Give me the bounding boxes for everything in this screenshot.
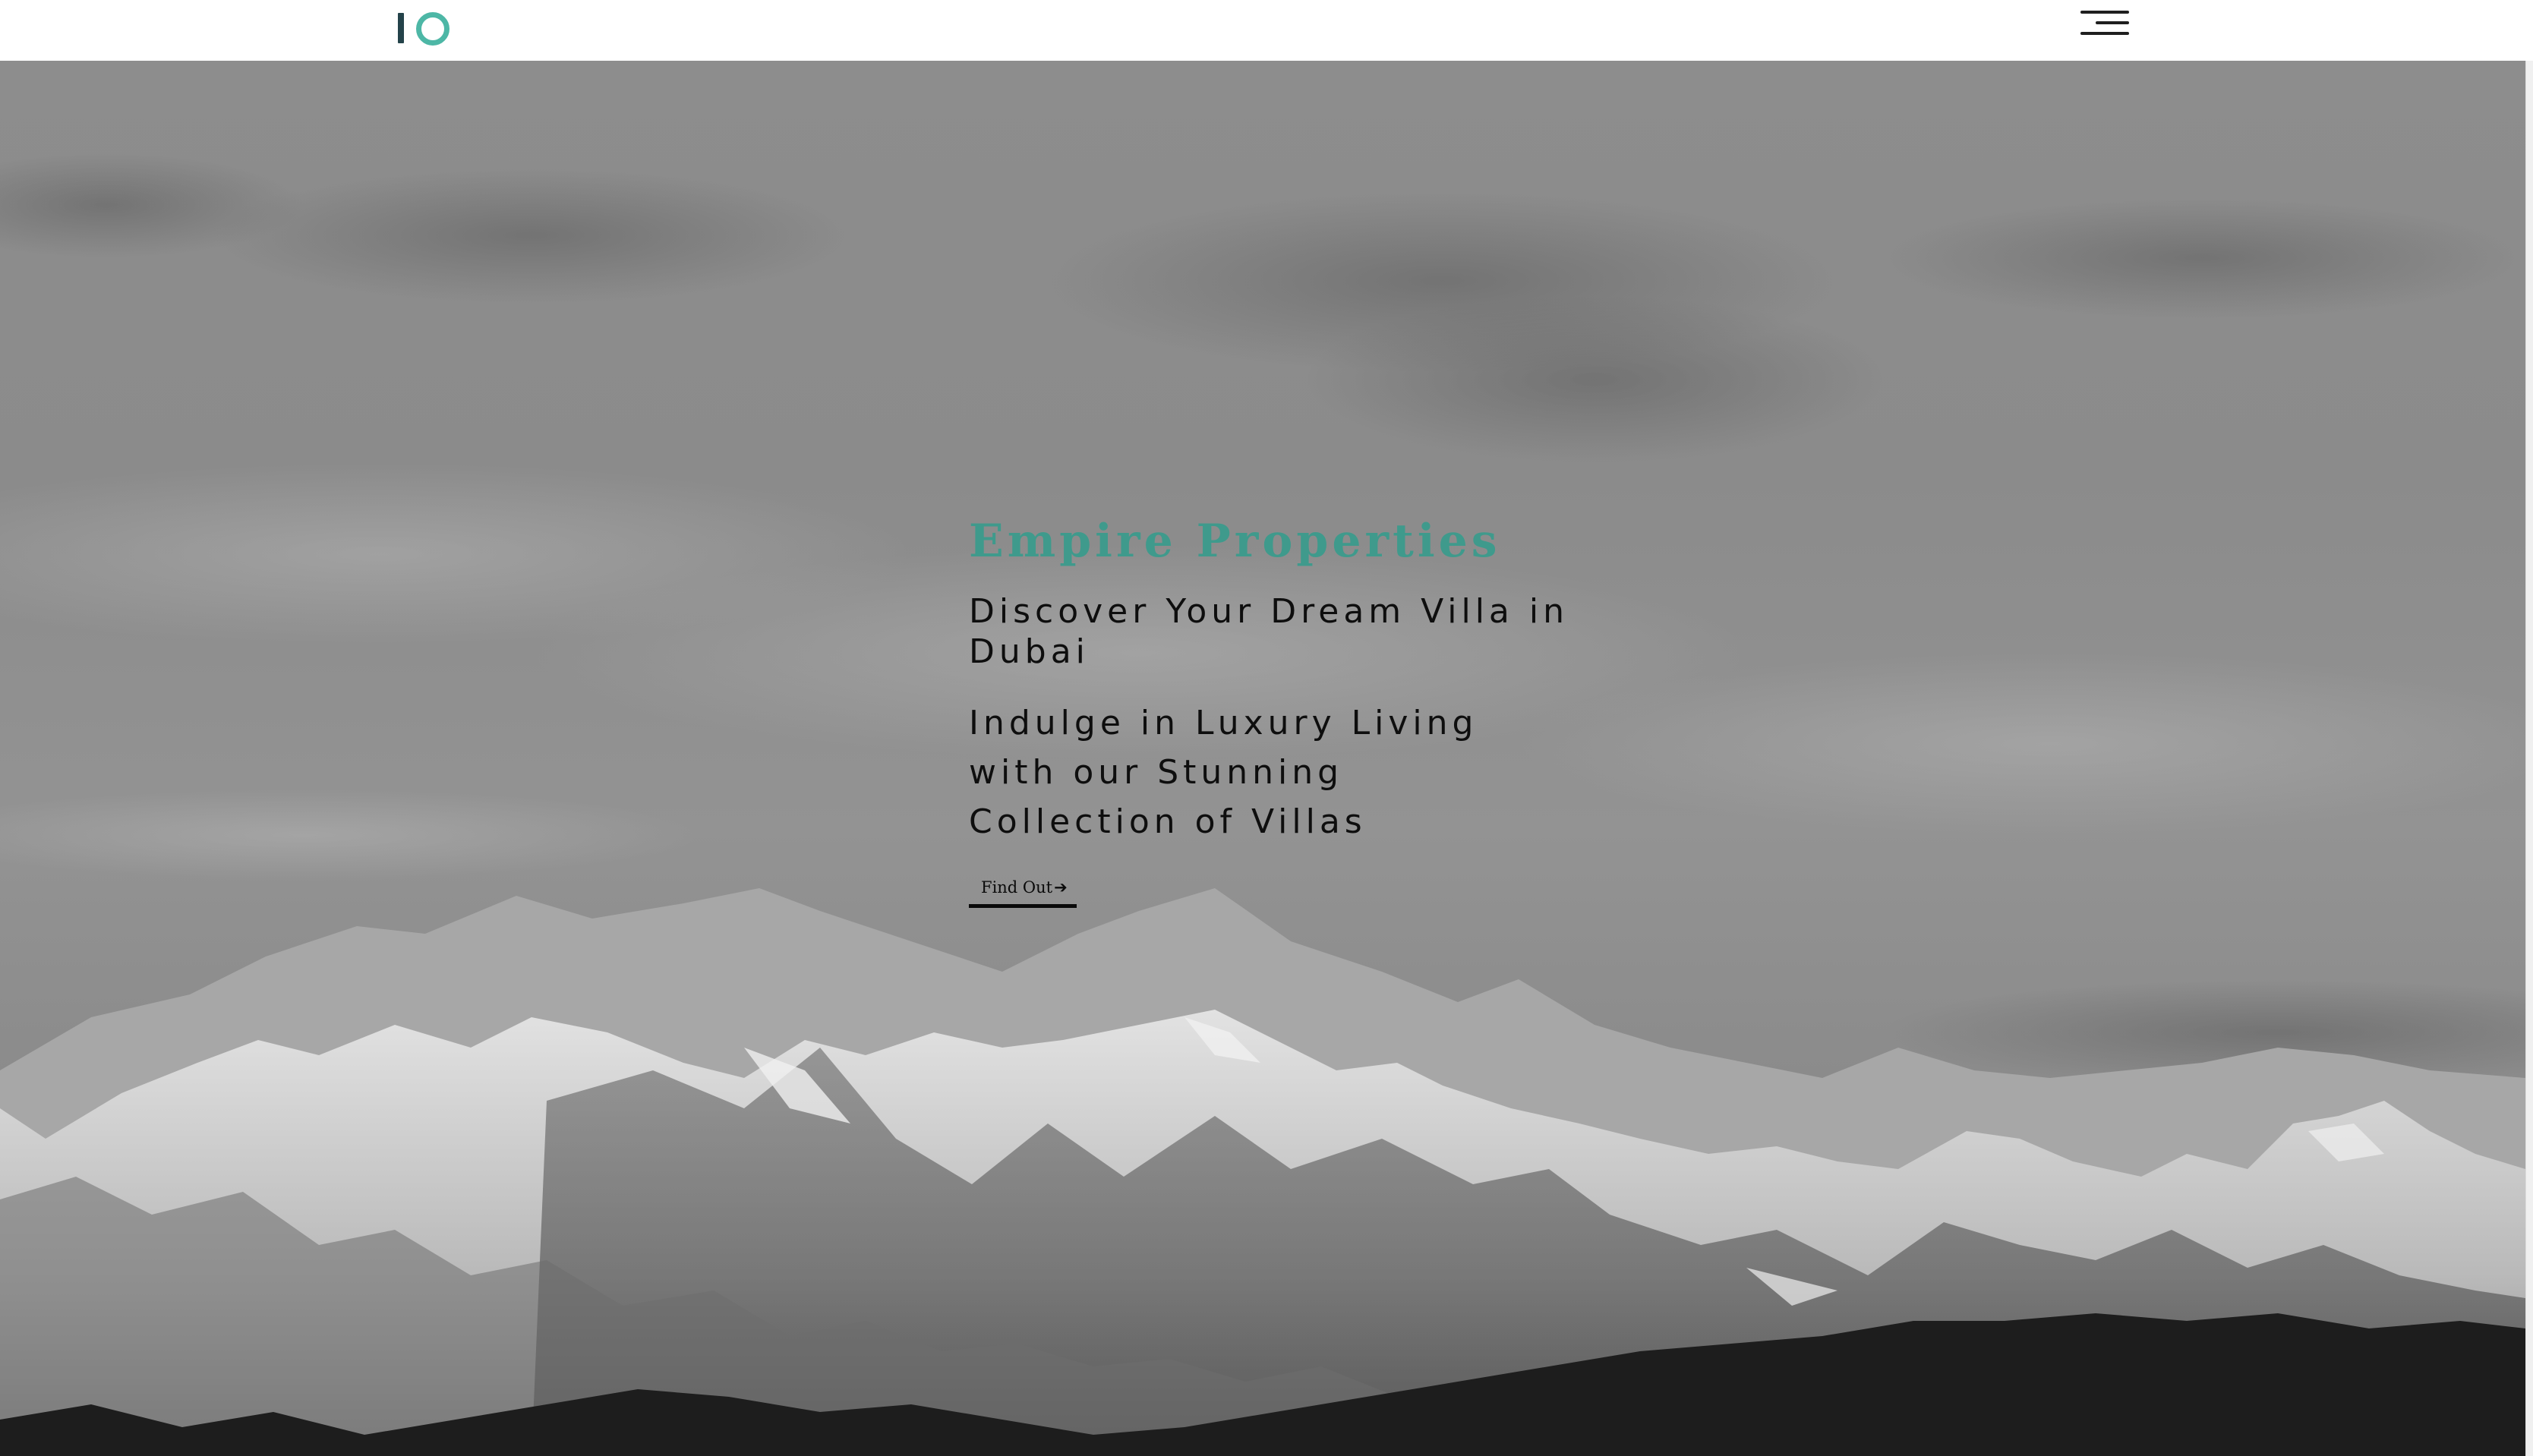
page-scrollbar[interactable]: [2525, 61, 2533, 1456]
hero-section: Empire Properties Discover Your Dream Vi…: [0, 61, 2525, 1456]
brand-title: Empire Properties: [969, 515, 1501, 568]
hero-content: Empire Properties Discover Your Dream Vi…: [969, 516, 1652, 908]
site-header: [0, 0, 2533, 61]
logo-bar-mark: [398, 13, 404, 43]
hamburger-menu-icon[interactable]: [2076, 8, 2129, 39]
arrow-right-icon: ➔: [1054, 878, 1068, 897]
hero-headline: Discover Your Dream Villa in Dubai: [969, 592, 1569, 671]
logo-ring-mark: [416, 12, 450, 46]
menu-line: [2080, 32, 2129, 35]
io-logo-icon[interactable]: [398, 11, 453, 46]
menu-line: [2096, 21, 2129, 24]
hero-subline: Indulge in Luxury Living with our Stunni…: [969, 703, 1478, 841]
find-out-label: Find Out: [981, 878, 1053, 897]
menu-line: [2080, 11, 2129, 14]
find-out-button[interactable]: Find Out➔: [969, 878, 1077, 908]
